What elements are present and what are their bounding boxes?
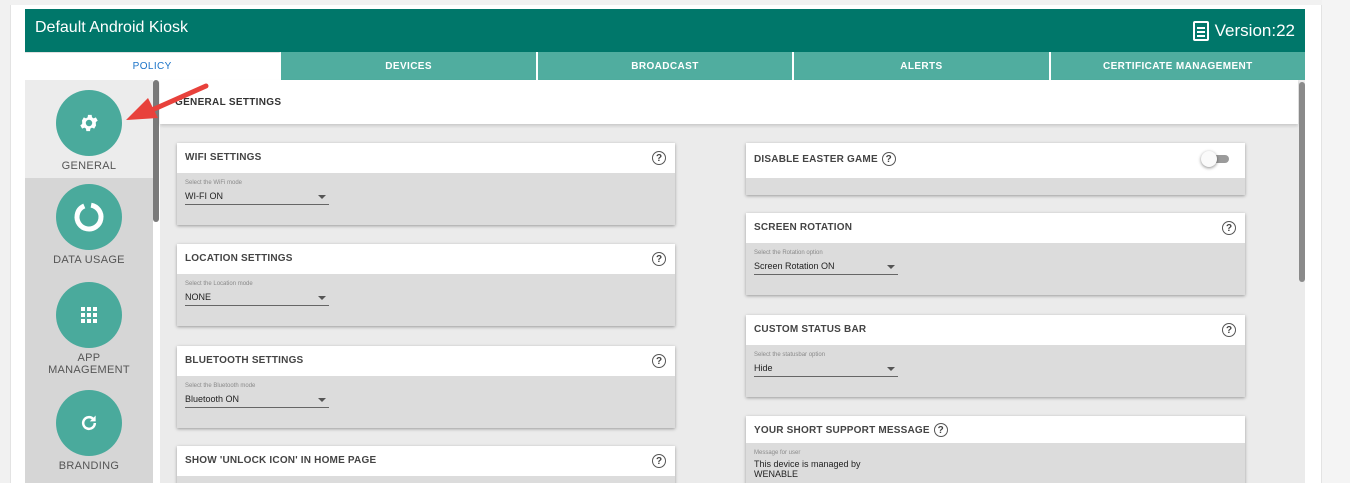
tab-broadcast[interactable]: BROADCAST (537, 52, 795, 80)
field-label: Select the statusbar option (754, 352, 826, 358)
annotation-arrow (126, 83, 209, 120)
location-settings-card: LOCATION SETTINGS ? Select the Location … (177, 244, 675, 326)
settings-content: GENERAL SETTINGS WIFI SETTINGS ? Select … (160, 80, 1305, 483)
bluetooth-settings-card: BLUETOOTH SETTINGS ? Select the Bluetoot… (177, 346, 675, 428)
custom-status-bar-card: CUSTOM STATUS BAR ? Select the statusbar… (746, 315, 1245, 397)
refresh-icon (81, 415, 97, 431)
app-header: Default Android Kiosk Version:22 (25, 9, 1305, 52)
statusbar-select[interactable]: Hide (754, 360, 898, 377)
unlock-icon-card: SHOW 'UNLOCK ICON' IN HOME PAGE ? (177, 446, 675, 483)
field-label: Select the Bluetooth mode (185, 383, 256, 389)
sidebar: GENERAL DATA USAGE APP MANAGEMENT BRANDI… (25, 80, 153, 483)
sidebar-item-data-usage[interactable]: DATA USAGE (25, 184, 153, 266)
support-message-card: YOUR SHORT SUPPORT MESSAGE ? Message for… (746, 416, 1245, 483)
tab-devices[interactable]: DEVICES (281, 52, 538, 80)
field-label: Select the WiFi mode (185, 180, 243, 186)
gear-icon (80, 114, 98, 132)
field-label: Select the Location mode (185, 281, 253, 287)
rotation-select[interactable]: Screen Rotation ON (754, 258, 898, 275)
tab-policy[interactable]: POLICY (25, 52, 282, 80)
sidebar-item-branding[interactable]: BRANDING (25, 390, 153, 472)
version-label: Version:22 (1214, 21, 1295, 40)
main-tabs: POLICY DEVICES BROADCAST ALERTS CERTIFIC… (25, 52, 1306, 80)
help-icon[interactable]: ? (652, 354, 666, 368)
field-label: Select the Rotation option (754, 250, 823, 256)
help-icon[interactable]: ? (1222, 323, 1236, 337)
easter-game-toggle[interactable] (1201, 151, 1229, 167)
app-title: Default Android Kiosk (35, 19, 188, 36)
sidebar-label-branding: BRANDING (58, 460, 120, 472)
tab-alerts[interactable]: ALERTS (794, 52, 1051, 80)
content-scrollbar[interactable] (1299, 82, 1305, 282)
sidebar-label-general: GENERAL (61, 160, 117, 172)
help-icon[interactable]: ? (652, 151, 666, 165)
wifi-settings-card: WIFI SETTINGS ? Select the WiFi mode WI-… (177, 143, 675, 225)
wifi-mode-select[interactable]: WI-FI ON (185, 188, 329, 205)
support-message-input[interactable]: This device is managed by WENABLE (754, 459, 874, 479)
card-title: SHOW 'UNLOCK ICON' IN HOME PAGE (185, 455, 377, 466)
card-title: WIFI SETTINGS (185, 152, 262, 163)
donut-icon (74, 202, 104, 232)
sidebar-item-app-management[interactable]: APP MANAGEMENT (25, 282, 153, 376)
help-icon[interactable]: ? (1222, 221, 1236, 235)
tab-certificate-management[interactable]: CERTIFICATE MANAGEMENT (1050, 52, 1306, 80)
grid-icon (81, 307, 97, 323)
help-icon[interactable]: ? (933, 423, 948, 437)
branding-button[interactable] (56, 390, 122, 456)
bluetooth-mode-select[interactable]: Bluetooth ON (185, 391, 329, 408)
screen-rotation-card: SCREEN ROTATION ? Select the Rotation op… (746, 213, 1245, 295)
sidebar-label-data-usage: DATA USAGE (53, 254, 125, 266)
help-icon[interactable]: ? (881, 152, 896, 166)
card-title: LOCATION SETTINGS (185, 253, 293, 264)
data-usage-button[interactable] (56, 184, 122, 250)
app-management-button[interactable] (56, 282, 122, 348)
disable-easter-game-card: DISABLE EASTER GAME ? (746, 143, 1245, 195)
general-button[interactable] (56, 90, 122, 156)
sidebar-label-app-management: APP MANAGEMENT (48, 352, 130, 376)
card-title: SCREEN ROTATION (754, 222, 853, 233)
card-title: DISABLE EASTER GAME (754, 153, 878, 165)
card-title: BLUETOOTH SETTINGS (185, 355, 304, 366)
help-icon[interactable]: ? (652, 252, 666, 266)
page-gutter (1322, 0, 1350, 483)
version-info: Version:22 (1192, 21, 1295, 41)
content-header: GENERAL SETTINGS (160, 80, 1298, 124)
card-title: YOUR SHORT SUPPORT MESSAGE (754, 424, 930, 436)
field-label: Message for user (754, 450, 801, 456)
card-title: CUSTOM STATUS BAR (754, 324, 867, 335)
help-icon[interactable]: ? (652, 454, 666, 468)
location-mode-select[interactable]: NONE (185, 289, 329, 306)
clipboard-icon (1192, 21, 1209, 41)
